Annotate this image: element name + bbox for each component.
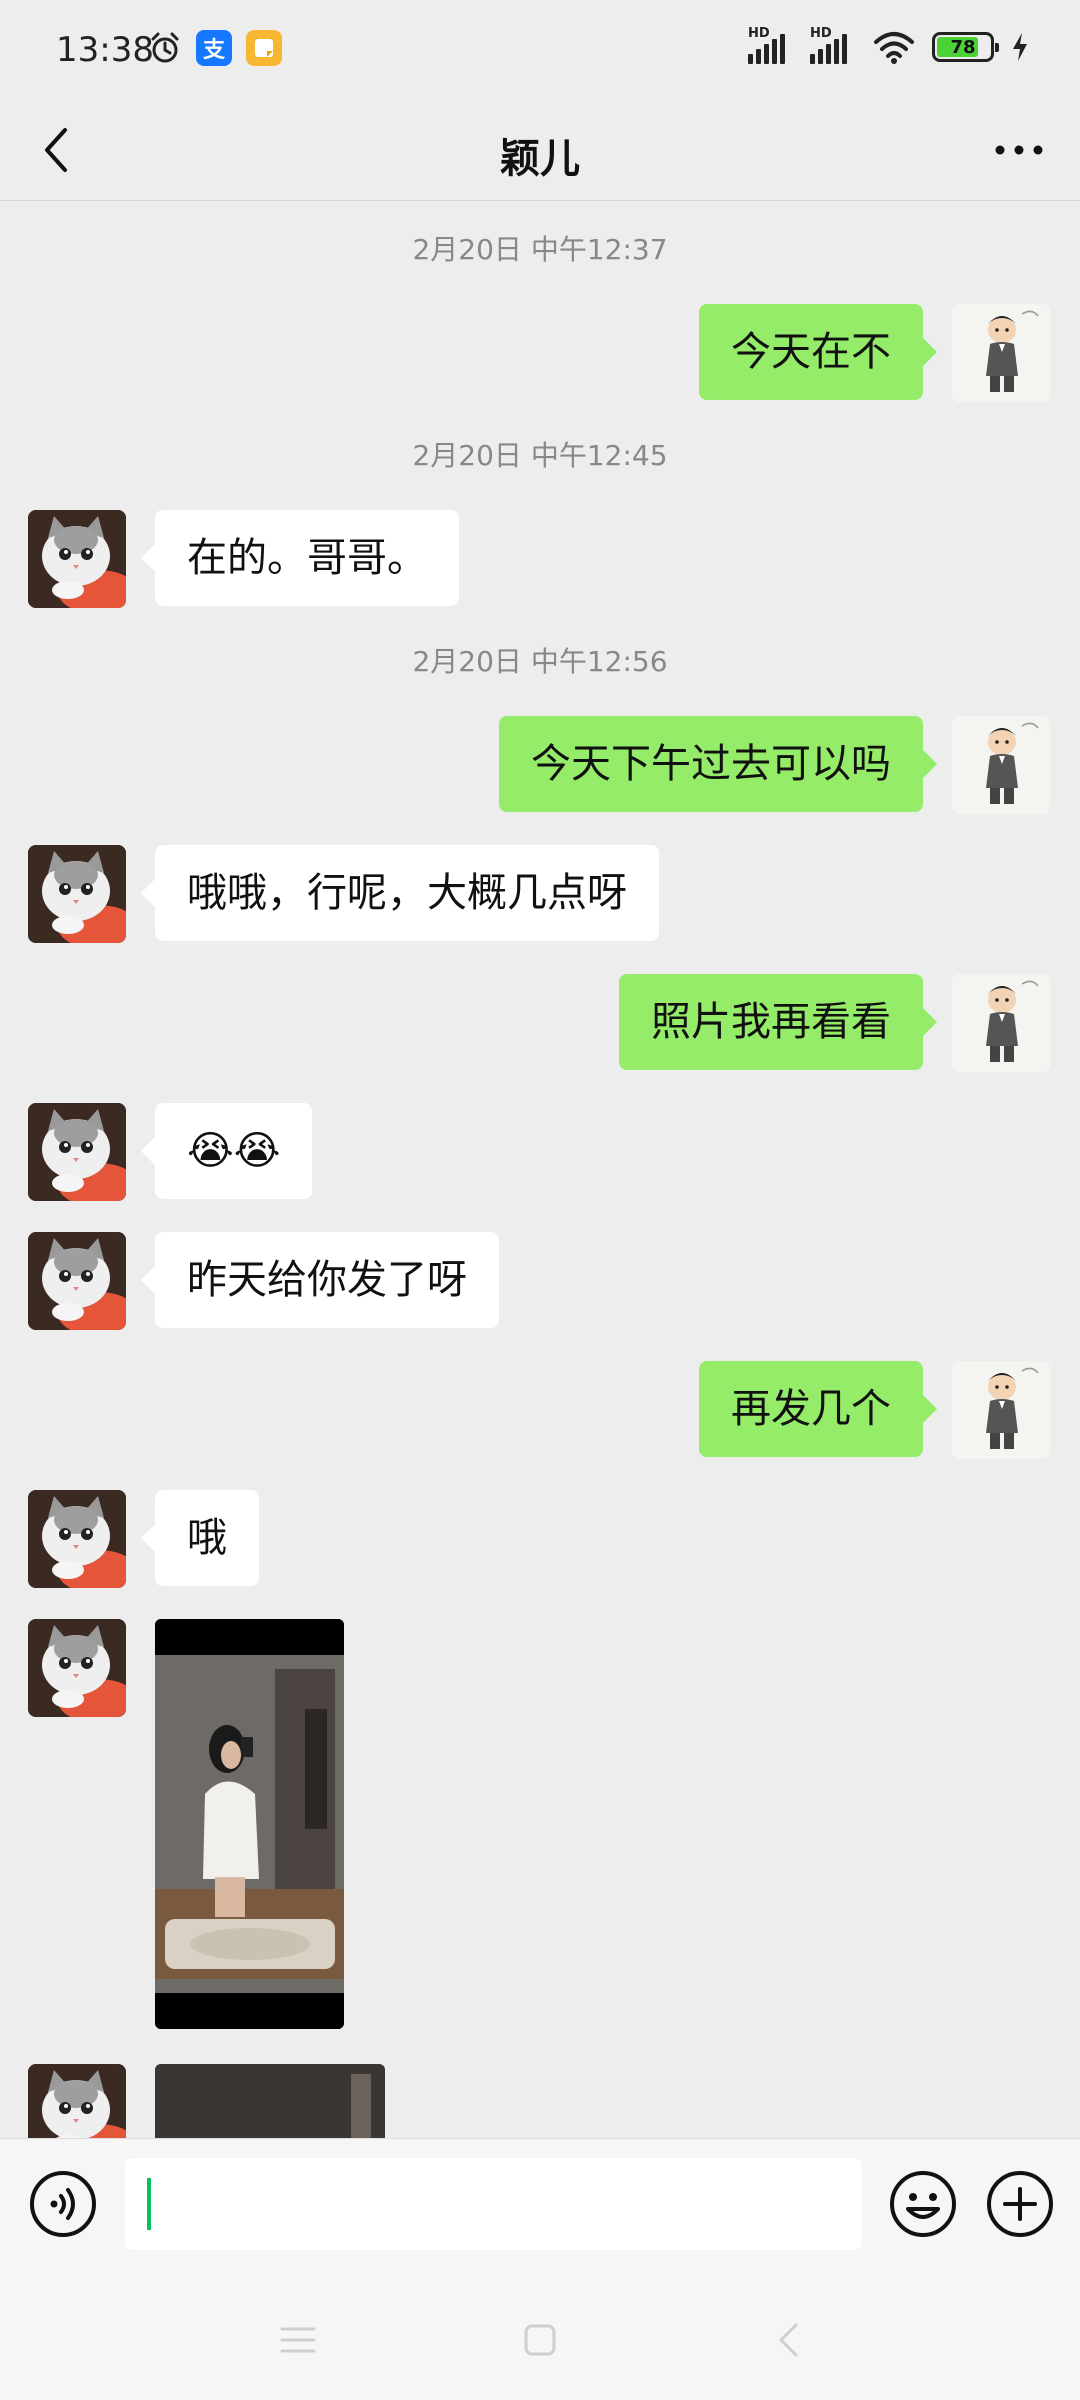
message-bubble-emoji[interactable]: 😭😭 xyxy=(140,1103,313,1199)
signal-icon: HD xyxy=(810,26,856,64)
chat-header: 颖儿 xyxy=(0,100,1080,201)
contact-avatar[interactable] xyxy=(28,1619,126,1717)
message-bubble-sent[interactable]: 今天下午过去可以吗 xyxy=(499,716,937,812)
message-bubble-sent[interactable]: 再发几个 xyxy=(699,1361,937,1457)
more-dots-icon xyxy=(995,145,1043,155)
voice-icon xyxy=(30,2171,96,2237)
photo-thumbnail xyxy=(155,2064,385,2138)
hd-label: HD xyxy=(748,26,770,41)
message-bubble-received[interactable]: 昨天给你发了呀 xyxy=(141,1232,499,1328)
input-bar xyxy=(0,2138,1080,2271)
more-button[interactable] xyxy=(984,120,1054,180)
my-avatar[interactable] xyxy=(952,1361,1050,1459)
system-back-button[interactable] xyxy=(758,2310,818,2370)
battery-percent: 78 xyxy=(950,36,976,58)
photo-thumbnail xyxy=(155,1619,344,2029)
more-functions-button[interactable] xyxy=(985,2169,1055,2239)
alarm-icon xyxy=(151,32,179,63)
alipay-app-icon: 支 xyxy=(196,30,232,66)
image-message[interactable] xyxy=(155,2064,385,2138)
my-avatar[interactable] xyxy=(952,716,1050,814)
menu-icon xyxy=(280,2327,316,2353)
message-list[interactable]: 2月20日 中午12:37 今天在不 2月20日 中午12:45 在的。哥哥。 … xyxy=(0,202,1080,2138)
contact-avatar[interactable] xyxy=(28,1232,126,1330)
status-bar: 13:38 支 HD HD 78 xyxy=(0,0,1080,100)
message-bubble-sent[interactable]: 照片我再看看 xyxy=(619,974,937,1070)
emoji-button[interactable] xyxy=(888,2169,958,2239)
my-avatar[interactable] xyxy=(952,304,1050,402)
message-bubble-received[interactable]: 哦哦，行呢，大概几点呀 xyxy=(141,845,659,941)
alipay-app-glyph: 支 xyxy=(202,38,225,63)
message-bubble-sent[interactable]: 今天在不 xyxy=(699,304,937,400)
status-notification-icons: 支 xyxy=(148,30,282,66)
charging-icon xyxy=(1013,33,1027,61)
status-time: 13:38 xyxy=(56,30,154,70)
home-button[interactable] xyxy=(510,2310,570,2370)
wifi-icon xyxy=(874,32,914,64)
message-bubble-received[interactable]: 在的。哥哥。 xyxy=(141,510,459,606)
back-icon xyxy=(779,2323,798,2357)
text-cursor xyxy=(147,2178,151,2230)
hd-label: HD xyxy=(810,26,832,41)
message-bubble-received[interactable]: 哦 xyxy=(141,1490,259,1586)
message-timestamp: 2月20日 中午12:37 xyxy=(412,233,668,266)
contact-avatar[interactable] xyxy=(28,510,126,608)
my-avatar[interactable] xyxy=(952,974,1050,1072)
message-timestamp: 2月20日 中午12:56 xyxy=(412,645,668,678)
contact-avatar[interactable] xyxy=(28,2064,126,2138)
contact-avatar[interactable] xyxy=(28,1490,126,1588)
plus-icon xyxy=(987,2171,1053,2237)
emoji-icon xyxy=(890,2171,956,2237)
home-icon xyxy=(524,2324,556,2356)
voice-button[interactable] xyxy=(28,2169,98,2239)
signal-icon: HD xyxy=(748,26,794,64)
chat-title: 颖儿 xyxy=(500,136,580,182)
message-timestamp: 2月20日 中午12:45 xyxy=(412,439,668,472)
notes-app-icon xyxy=(246,30,282,66)
image-message[interactable] xyxy=(155,1619,344,2029)
contact-avatar[interactable] xyxy=(28,845,126,943)
battery-icon: 78 xyxy=(932,32,999,62)
message-input[interactable] xyxy=(125,2158,862,2250)
contact-avatar[interactable] xyxy=(28,1103,126,1201)
status-system-icons: HD HD 78 xyxy=(748,26,1030,64)
system-navigation-bar xyxy=(0,2270,1080,2400)
recent-apps-button[interactable] xyxy=(268,2310,328,2370)
